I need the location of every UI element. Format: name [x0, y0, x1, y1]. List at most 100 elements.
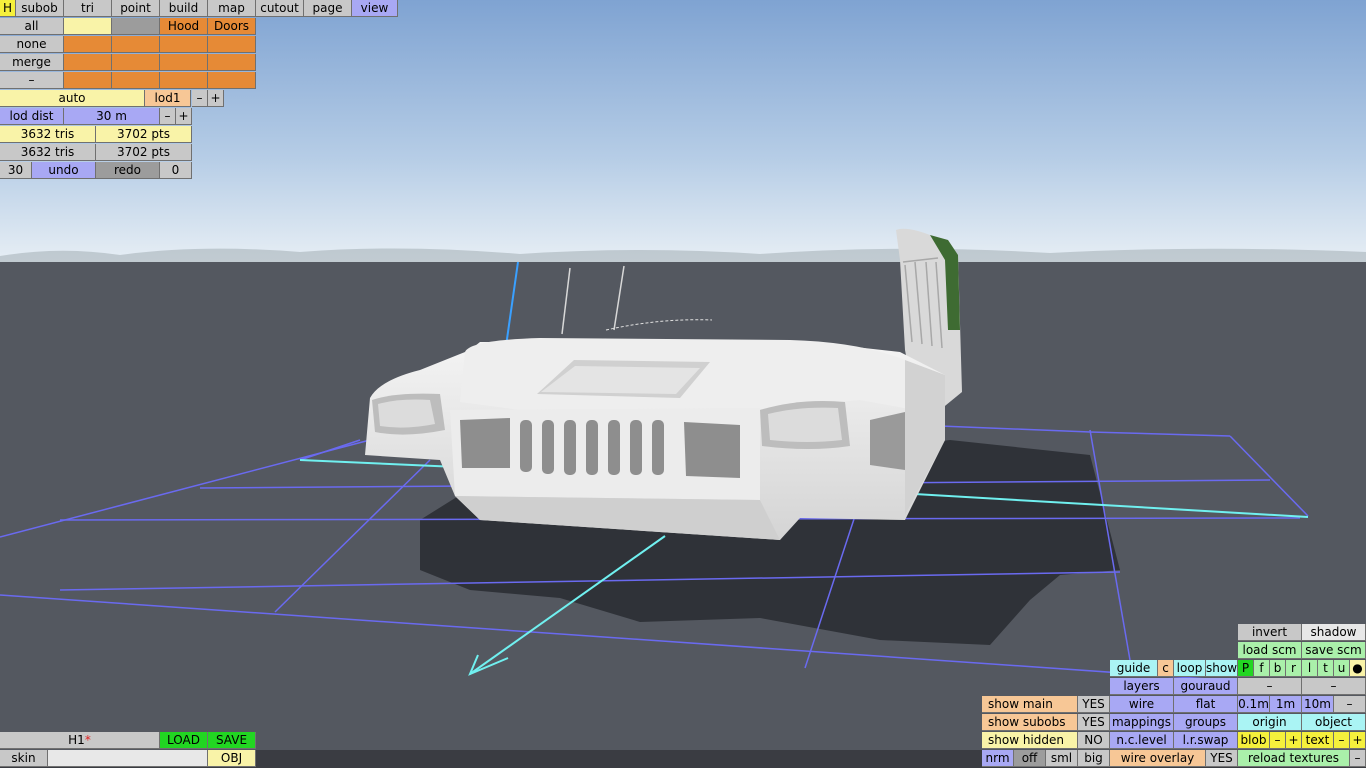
view-under-button[interactable]: u — [1334, 660, 1350, 677]
view-right-button[interactable]: r — [1286, 660, 1302, 677]
show-main-toggle[interactable]: YES — [1078, 696, 1110, 713]
modified-indicator: * — [84, 733, 91, 747]
wire-button[interactable]: wire — [1110, 696, 1174, 713]
normals-sml[interactable]: sml — [1046, 750, 1078, 767]
subob-cell[interactable] — [112, 36, 160, 53]
subob-hood[interactable]: Hood — [160, 18, 208, 35]
subob-cell[interactable] — [160, 72, 208, 89]
file-name-field[interactable]: H1* — [0, 732, 160, 749]
lod-plus-button[interactable]: + — [208, 90, 224, 107]
normals-big[interactable]: big — [1078, 750, 1110, 767]
groups-button[interactable]: groups — [1174, 714, 1238, 731]
undo-button[interactable]: undo — [32, 162, 96, 179]
show-subobs-toggle[interactable]: YES — [1078, 714, 1110, 731]
subob-slot-2[interactable] — [112, 18, 160, 35]
subob-doors[interactable]: Doors — [208, 18, 256, 35]
blob-plus[interactable]: + — [1286, 732, 1302, 749]
origin-button[interactable]: origin — [1238, 714, 1302, 731]
subob-cell[interactable] — [208, 72, 256, 89]
subob-cell[interactable] — [112, 72, 160, 89]
view-dot-button[interactable]: ● — [1350, 660, 1366, 677]
object-button[interactable]: object — [1302, 714, 1366, 731]
show-button[interactable]: show — [1206, 660, 1238, 677]
menu-cutout[interactable]: cutout — [256, 0, 304, 17]
lr-swap-button[interactable]: l.r.swap — [1174, 732, 1238, 749]
view-top-button[interactable]: t — [1318, 660, 1334, 677]
view-left-button[interactable]: l — [1302, 660, 1318, 677]
grid-step-10m[interactable]: 10m — [1302, 696, 1334, 713]
wire-overlay-toggle[interactable]: YES — [1206, 750, 1238, 767]
decrease-button-2[interactable]: – — [1302, 678, 1366, 695]
redo-count: 0 — [160, 162, 192, 179]
select-all-button[interactable]: all — [0, 18, 64, 35]
grid-step-1m[interactable]: 1m — [1270, 696, 1302, 713]
load-scm-button[interactable]: load scm — [1238, 642, 1302, 659]
remove-subob-button[interactable]: – — [0, 72, 64, 89]
lod-dist-minus[interactable]: – — [160, 108, 176, 125]
normals-nrm[interactable]: nrm — [982, 750, 1014, 767]
subob-cell[interactable] — [112, 54, 160, 71]
select-none-button[interactable]: none — [0, 36, 64, 53]
lod-dist-plus[interactable]: + — [176, 108, 192, 125]
subob-cell[interactable] — [160, 54, 208, 71]
save-scm-button[interactable]: save scm — [1302, 642, 1366, 659]
menu-build[interactable]: build — [160, 0, 208, 17]
reload-textures-minus[interactable]: – — [1350, 750, 1366, 767]
selected-tris-count: 3632 tris — [0, 126, 96, 143]
show-main-label: show main — [982, 696, 1078, 713]
normals-off[interactable]: off — [1014, 750, 1046, 767]
lod-dist-value[interactable]: 30 m — [64, 108, 160, 125]
guide-button[interactable]: guide — [1110, 660, 1158, 677]
menu-tri[interactable]: tri — [64, 0, 112, 17]
show-hidden-toggle[interactable]: NO — [1078, 732, 1110, 749]
obj-export-button[interactable]: OBJ — [208, 750, 256, 767]
menu-page[interactable]: page — [304, 0, 352, 17]
lod-level[interactable]: lod1 — [145, 90, 191, 107]
redo-button[interactable]: redo — [96, 162, 160, 179]
subob-cell[interactable] — [208, 36, 256, 53]
menu-map[interactable]: map — [208, 0, 256, 17]
skin-label: skin — [0, 750, 48, 767]
wire-overlay-label: wire overlay — [1110, 750, 1206, 767]
gouraud-button[interactable]: gouraud — [1174, 678, 1238, 695]
subob-cell[interactable] — [64, 36, 112, 53]
text-minus[interactable]: – — [1334, 732, 1350, 749]
menu-subob[interactable]: subob — [16, 0, 64, 17]
blob-button[interactable]: blob — [1238, 732, 1270, 749]
decrease-button[interactable]: – — [1238, 678, 1302, 695]
subob-cell[interactable] — [64, 54, 112, 71]
menu-point[interactable]: point — [112, 0, 160, 17]
flat-button[interactable]: flat — [1174, 696, 1238, 713]
grid-step-minus[interactable]: – — [1334, 696, 1366, 713]
lod-mode-auto[interactable]: auto — [0, 90, 145, 107]
h-mode-button[interactable]: H — [0, 0, 16, 17]
guide-c-button[interactable]: c — [1158, 660, 1174, 677]
mappings-button[interactable]: mappings — [1110, 714, 1174, 731]
save-button[interactable]: SAVE — [208, 732, 256, 749]
shadow-button[interactable]: shadow — [1302, 624, 1366, 641]
invert-button[interactable]: invert — [1238, 624, 1302, 641]
lod-minus-button[interactable]: – — [192, 90, 208, 107]
nc-level-button[interactable]: n.c.level — [1110, 732, 1174, 749]
show-hidden-label: show hidden — [982, 732, 1078, 749]
reload-textures-button[interactable]: reload textures — [1238, 750, 1350, 767]
loop-button[interactable]: loop — [1174, 660, 1206, 677]
skin-field[interactable] — [48, 750, 208, 767]
subob-cell[interactable] — [208, 54, 256, 71]
view-front-button[interactable]: f — [1254, 660, 1270, 677]
view-back-button[interactable]: b — [1270, 660, 1286, 677]
subob-slot-1[interactable] — [64, 18, 112, 35]
blob-minus[interactable]: – — [1270, 732, 1286, 749]
menu-view[interactable]: view — [352, 0, 398, 17]
undo-count: 30 — [0, 162, 32, 179]
subob-cell[interactable] — [160, 36, 208, 53]
layers-button[interactable]: layers — [1110, 678, 1174, 695]
view-perspective-button[interactable]: P — [1238, 660, 1254, 677]
subob-cell[interactable] — [64, 72, 112, 89]
text-plus[interactable]: + — [1350, 732, 1366, 749]
merge-button[interactable]: merge — [0, 54, 64, 71]
load-button[interactable]: LOAD — [160, 732, 208, 749]
grid-step-0-1m[interactable]: 0.1m — [1238, 696, 1270, 713]
3d-viewport[interactable] — [0, 0, 1366, 768]
text-button[interactable]: text — [1302, 732, 1334, 749]
